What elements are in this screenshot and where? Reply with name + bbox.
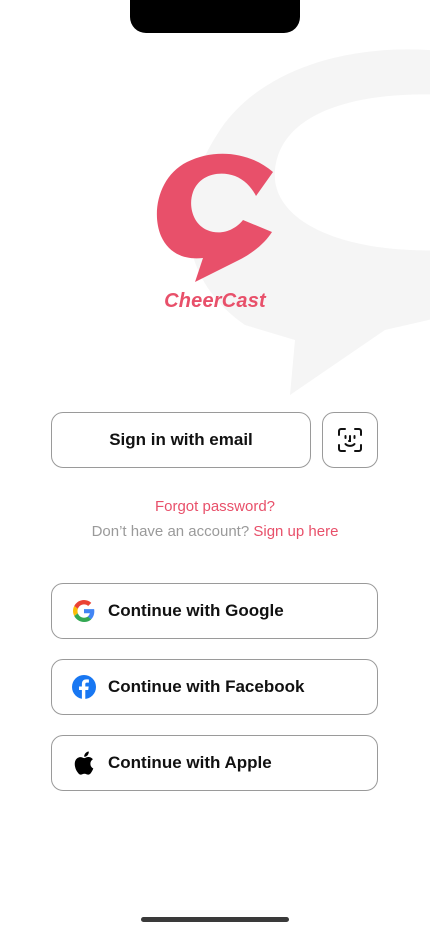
google-icon: [72, 599, 96, 623]
home-indicator[interactable]: [141, 917, 289, 922]
device-notch: [130, 0, 300, 33]
forgot-password-link[interactable]: Forgot password?: [0, 498, 430, 515]
no-account-text: Don’t have an account?: [91, 523, 250, 540]
face-id-icon: [338, 428, 362, 452]
facebook-button-label: Continue with Facebook: [108, 677, 305, 696]
apple-button-label: Continue with Apple: [108, 753, 272, 772]
google-button-label: Continue with Google: [108, 601, 284, 620]
sign-up-link[interactable]: Sign up here: [253, 523, 338, 540]
face-id-button[interactable]: [322, 412, 378, 468]
cheercast-logo-icon: [156, 153, 273, 282]
brand-wordmark: CheerCast: [164, 290, 266, 312]
sign-in-with-email-button[interactable]: Sign in with email: [51, 412, 311, 468]
facebook-icon: [72, 675, 96, 699]
signup-prompt: Don’t have an account? Sign up here: [0, 523, 430, 540]
apple-icon: [72, 751, 96, 775]
continue-with-facebook-button[interactable]: Continue with Facebook: [51, 659, 378, 715]
continue-with-apple-button[interactable]: Continue with Apple: [51, 735, 378, 791]
continue-with-google-button[interactable]: Continue with Google: [51, 583, 378, 639]
sign-in-with-email-label: Sign in with email: [109, 430, 253, 449]
